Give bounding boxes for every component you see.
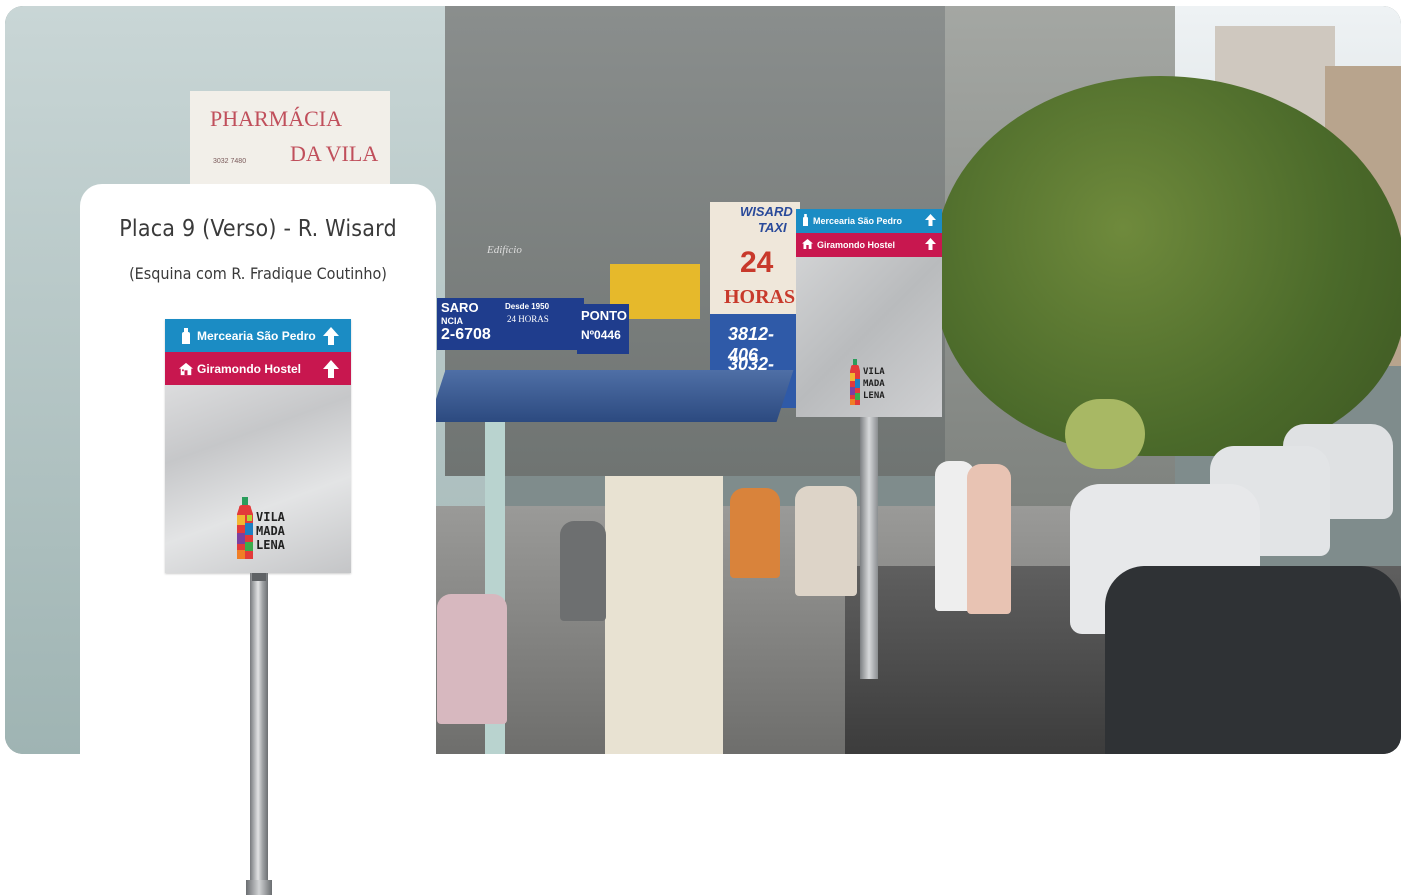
dark-car <box>1105 566 1401 754</box>
shop-sign: SARO Desde 1950 NCIA 24 HORAS 2-6708 <box>437 298 584 350</box>
photo-sign-label: Giramondo Hostel <box>817 240 896 250</box>
pharmacy-sign-text: DA VILA <box>290 141 379 166</box>
pharmacy-phone: 3032 7480 <box>213 158 247 165</box>
logo-text: MADA <box>863 379 885 389</box>
taxi-sign-text: HORAS <box>724 286 796 308</box>
up-arrow-icon <box>925 214 936 228</box>
sign-row-mercearia: Mercearia São Pedro <box>165 319 351 352</box>
taxi-stand-text: Nº0446 <box>581 328 621 342</box>
house-icon <box>179 361 193 377</box>
sign-row-label: Giramondo Hostel <box>197 361 302 376</box>
shop-sign-text: 24 HORAS <box>507 314 549 324</box>
taxi-sign-text: WISARD <box>740 204 793 219</box>
card-subtitle: (Esquina com R. Fradique Coutinho) <box>129 264 387 283</box>
person <box>730 488 780 578</box>
bottle-icon <box>802 214 809 228</box>
sign-pole-base <box>246 880 272 895</box>
bottle-icon <box>179 327 193 344</box>
up-arrow-icon <box>321 326 341 346</box>
logo-text: LENA <box>863 391 885 401</box>
taxi-sign-text: TAXI <box>758 220 787 235</box>
logo-text: MADA <box>256 524 286 538</box>
photo-sign-label: Mercearia São Pedro <box>813 216 903 226</box>
sign-row-giramondo: Giramondo Hostel <box>165 352 351 385</box>
sign-row-label: Mercearia São Pedro <box>197 328 316 343</box>
taxi-sign-text: 24 <box>740 246 774 279</box>
public-phone <box>1065 399 1145 469</box>
person <box>437 594 507 724</box>
shop-sign-text: SARO <box>441 300 479 315</box>
logo-text: VILA <box>256 510 286 524</box>
tree <box>935 76 1401 456</box>
up-arrow-icon <box>321 359 341 379</box>
taxi-stand-text: PONTO <box>581 308 627 323</box>
up-arrow-icon <box>925 238 936 252</box>
photo-sign-row: Mercearia São Pedro <box>796 209 942 233</box>
vila-madalena-logo: VILA MADA LENA <box>235 497 291 563</box>
vila-madalena-logo: VILA MADA LENA <box>848 359 888 409</box>
person <box>795 486 857 596</box>
wayfinding-sign: Mercearia São Pedro Giramondo Hostel VIL… <box>165 319 351 573</box>
house-icon <box>802 239 813 251</box>
bus-shelter-roof <box>428 370 794 422</box>
taxi-stand-sign: PONTO Nº0446 <box>577 304 629 354</box>
shop-sign-text: 2-6708 <box>441 326 491 343</box>
building-name: Edifício <box>487 244 522 256</box>
pharmacy-sign-text: PHARMÁCIA <box>210 106 343 131</box>
person <box>560 521 606 621</box>
photo-sign-row: Giramondo Hostel <box>796 233 942 257</box>
logo-text: LENA <box>256 538 286 552</box>
card-title: Placa 9 (Verso) - R. Wisard <box>119 216 397 242</box>
shop-sign-text: NCIA <box>441 316 463 326</box>
sign-pole-cap <box>252 573 266 581</box>
logo-text: VILA <box>863 367 885 377</box>
person <box>967 464 1011 614</box>
shop-sign-text: Desde 1950 <box>505 302 550 311</box>
photo-sign-pole <box>860 417 878 679</box>
sign-pole <box>250 573 268 883</box>
ticket-booth <box>605 476 723 754</box>
photo-signpost: Mercearia São Pedro Giramondo Hostel VIL… <box>796 209 942 417</box>
